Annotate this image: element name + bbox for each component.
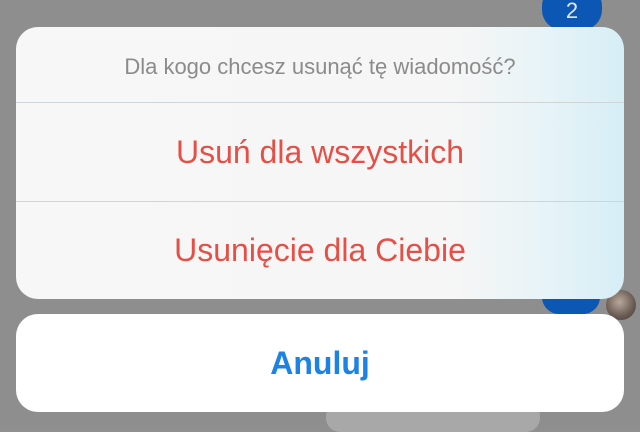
chat-message-bubble: 2	[542, 0, 602, 30]
chat-message-text: 2	[565, 0, 579, 23]
delete-for-you-button[interactable]: Usunięcie dla Ciebie	[16, 201, 624, 299]
action-sheet-title: Dla kogo chcesz usunąć tę wiadomość?	[16, 27, 624, 103]
cancel-button[interactable]: Anuluj	[16, 314, 624, 412]
delete-for-everyone-button[interactable]: Usuń dla wszystkich	[16, 103, 624, 201]
delete-message-action-sheet: Dla kogo chcesz usunąć tę wiadomość? Usu…	[16, 27, 624, 299]
